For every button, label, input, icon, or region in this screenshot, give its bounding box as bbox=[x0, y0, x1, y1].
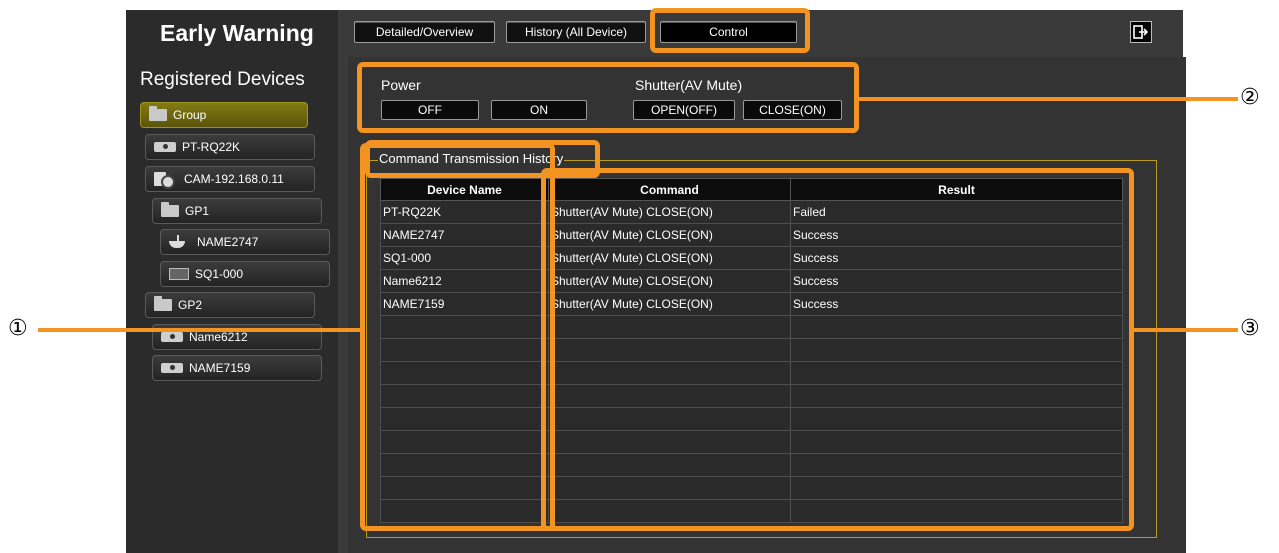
sidebar-item-pt-rq22k[interactable]: PT-RQ22K bbox=[145, 134, 315, 160]
callout-number-1: ① bbox=[8, 316, 28, 341]
callout-line-3 bbox=[1130, 328, 1238, 332]
sidebar-item-label: SQ1-000 bbox=[195, 267, 244, 281]
logout-button[interactable] bbox=[1130, 21, 1152, 43]
sidebar-item-group[interactable]: Group bbox=[140, 102, 308, 128]
tab-detailed-overview[interactable]: Detailed/Overview bbox=[354, 21, 495, 43]
sidebar-item-label: GP2 bbox=[178, 298, 203, 312]
callout-control-panel bbox=[357, 62, 859, 133]
folder-icon bbox=[149, 106, 167, 121]
callout-line-2 bbox=[855, 97, 1238, 101]
sidebar-item-label: Name6212 bbox=[189, 330, 248, 344]
sidebar-item-label: CAM-192.168.0.11 bbox=[184, 172, 284, 186]
sidebar-item-label: NAME7159 bbox=[189, 361, 251, 375]
callout-control-tab bbox=[650, 8, 810, 53]
projector-icon bbox=[154, 142, 176, 152]
sidebar-item-label: Group bbox=[173, 108, 207, 122]
folder-icon bbox=[161, 202, 179, 217]
callout-line-1 bbox=[38, 328, 364, 332]
callout-number-3: ③ bbox=[1240, 316, 1260, 341]
sidebar-item-label: NAME2747 bbox=[197, 235, 259, 249]
app-title: Early Warning bbox=[160, 20, 314, 46]
folder-icon bbox=[154, 296, 172, 311]
sidebar-item-name2747[interactable]: NAME2747 bbox=[160, 229, 330, 255]
callout-device-column bbox=[360, 143, 555, 531]
tab-history-all-device[interactable]: History (All Device) bbox=[506, 21, 646, 43]
sidebar-item-label: PT-RQ22K bbox=[182, 140, 241, 154]
sidebar-item-name7159[interactable]: NAME7159 bbox=[152, 355, 322, 381]
display-icon bbox=[169, 268, 189, 280]
sidebar-item-sq1-000[interactable]: SQ1-000 bbox=[160, 261, 330, 287]
camera-icon bbox=[154, 172, 175, 189]
sidebar-item-gp2[interactable]: GP2 bbox=[145, 292, 315, 318]
sidebar-item-cam[interactable]: CAM-192.168.0.11 bbox=[145, 166, 315, 192]
projector-icon bbox=[161, 332, 183, 342]
logout-icon bbox=[1133, 25, 1149, 39]
projector-icon bbox=[161, 363, 183, 373]
sidebar-title: Registered Devices bbox=[140, 69, 305, 90]
callout-result-columns bbox=[541, 168, 1134, 531]
sidebar-item-label: GP1 bbox=[185, 204, 210, 218]
callout-number-2: ② bbox=[1240, 85, 1260, 110]
dome-camera-icon bbox=[169, 235, 191, 249]
sidebar-item-gp1[interactable]: GP1 bbox=[152, 198, 322, 224]
